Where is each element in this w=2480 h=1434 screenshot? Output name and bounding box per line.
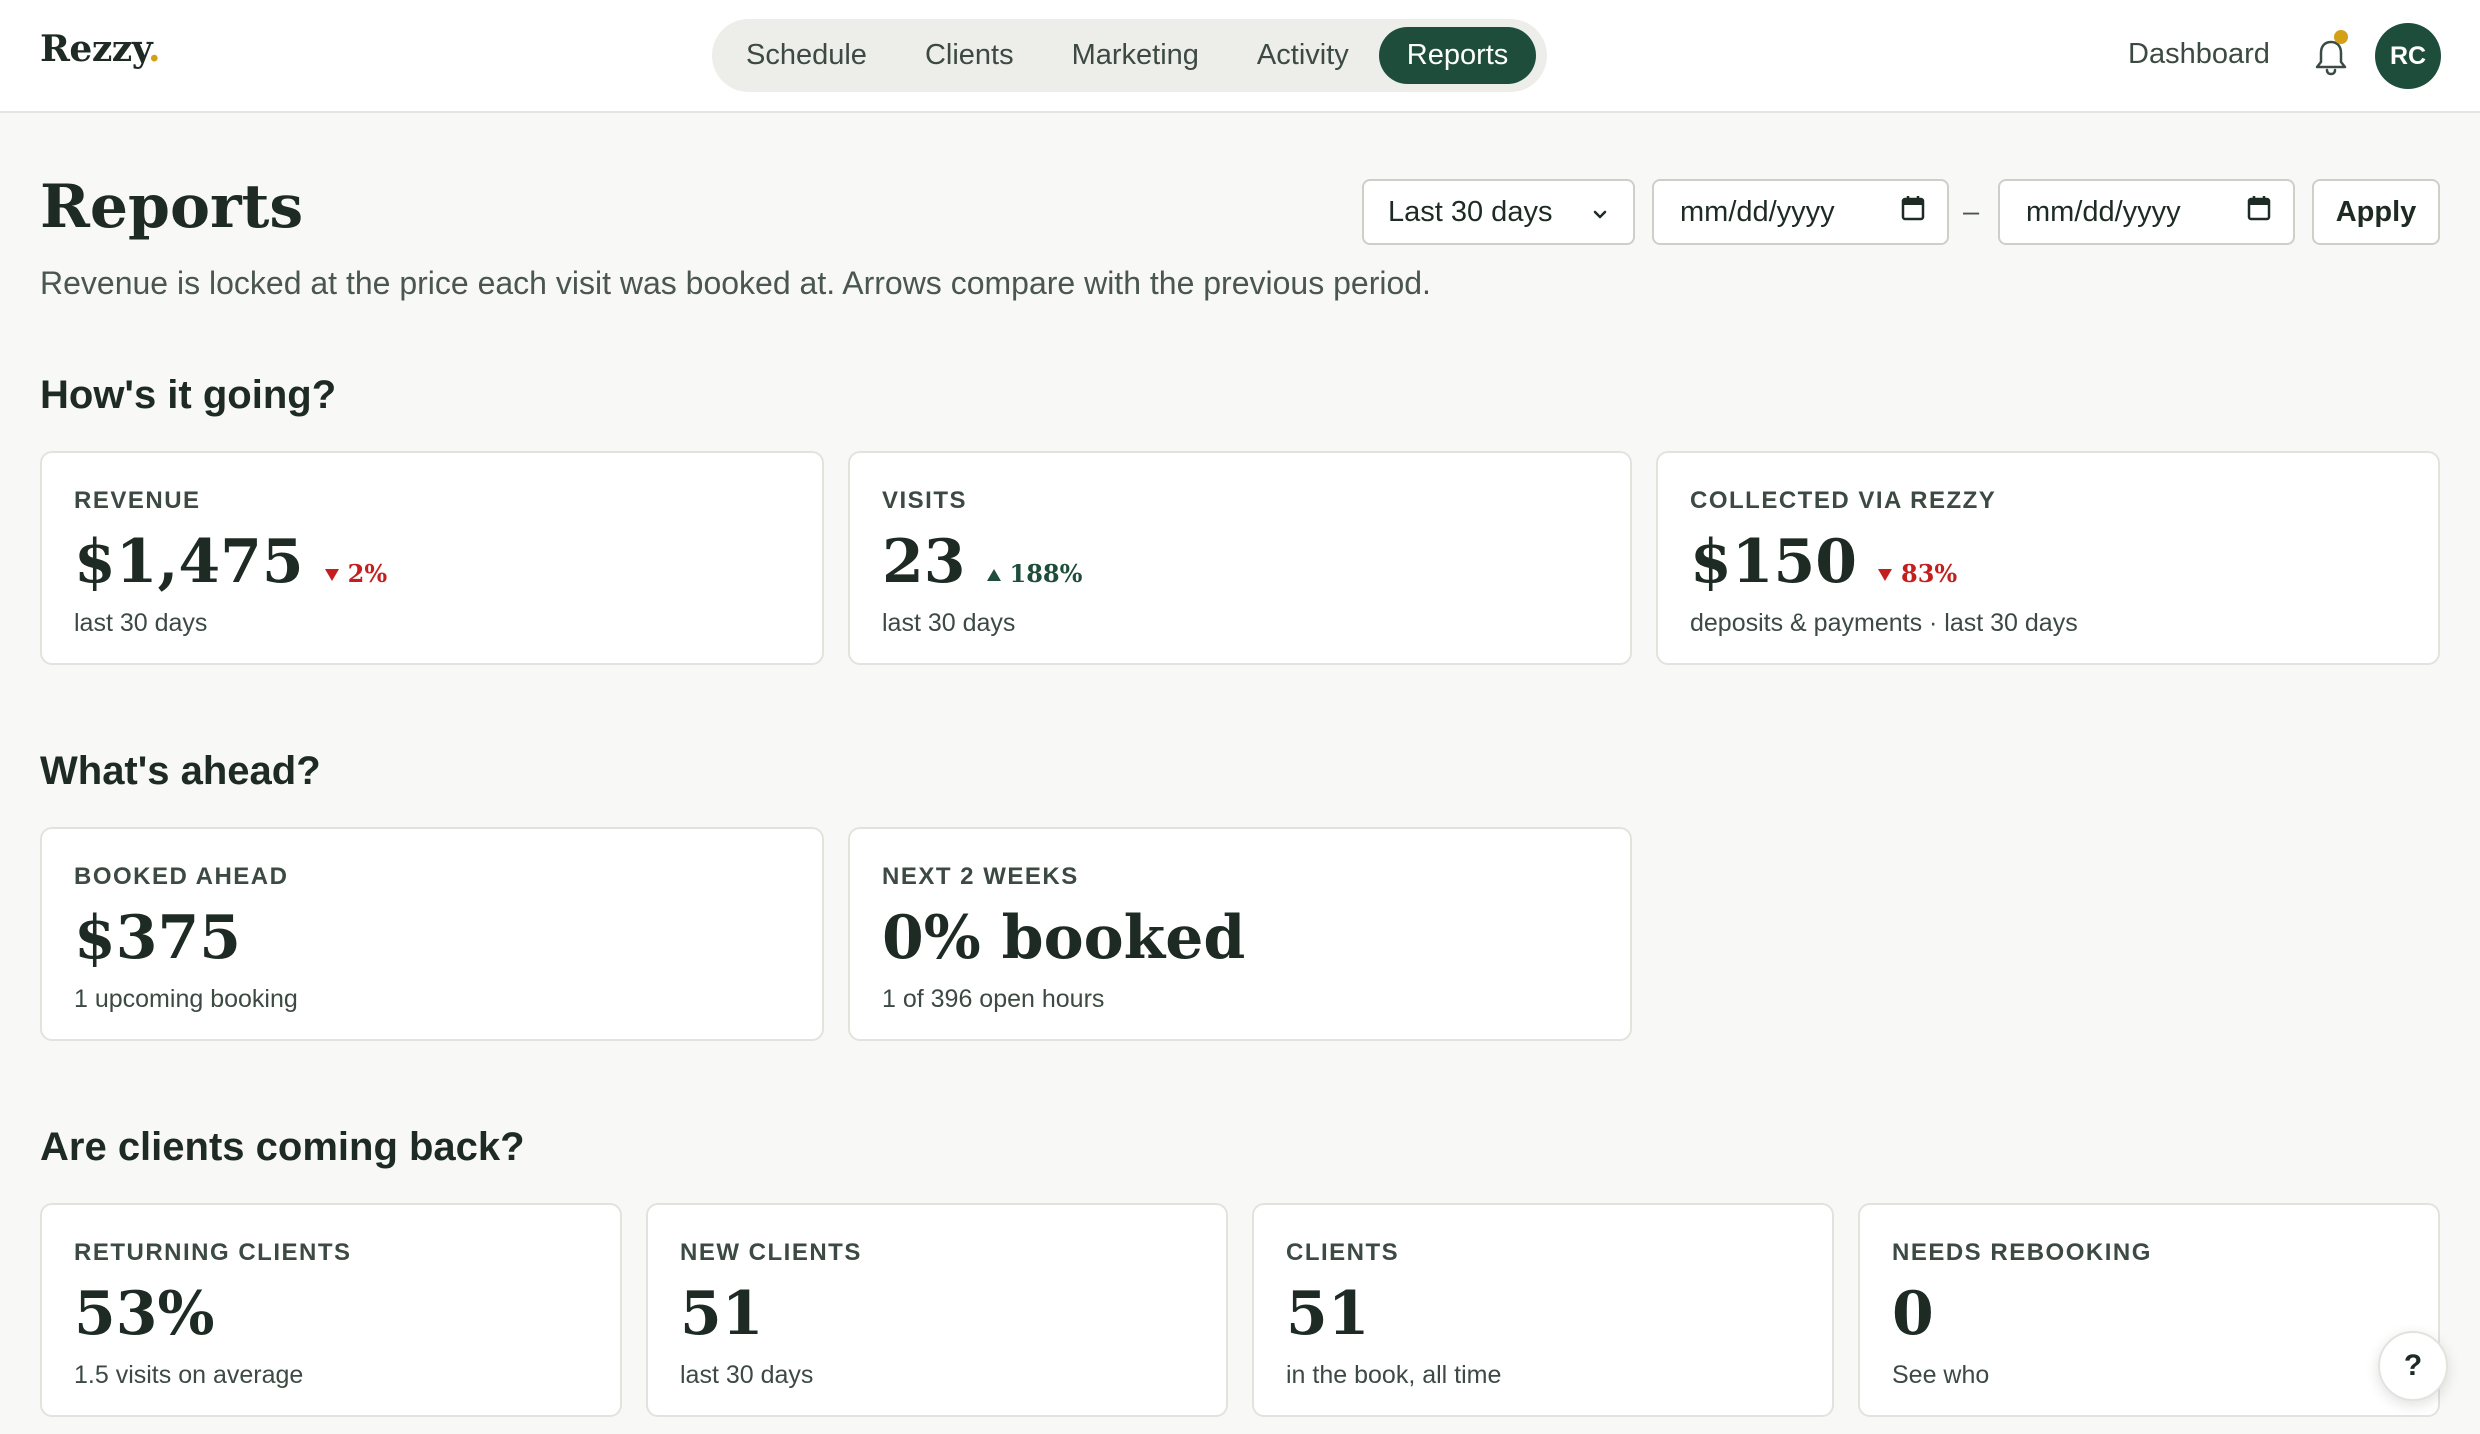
revenue-card[interactable]: REVENUE $1,475 2% last 30 days: [40, 451, 824, 665]
nav-clients[interactable]: Clients: [897, 27, 1042, 84]
returning-clients-card[interactable]: RETURNING CLIENTS 53% 1.5 visits on aver…: [40, 1203, 622, 1417]
booked-ahead-card[interactable]: BOOKED AHEAD $375 1 upcoming booking: [40, 827, 824, 1041]
needs-rebooking-card[interactable]: NEEDS REBOOKING 0 See who: [1858, 1203, 2440, 1417]
card-value: 53%: [74, 1279, 215, 1349]
avatar[interactable]: RC: [2375, 23, 2441, 89]
card-label: CLIENTS: [1286, 1239, 1400, 1266]
page-title: Reports: [40, 172, 304, 242]
collected-card[interactable]: COLLECTED VIA REZZY $150 83% deposits & …: [1656, 451, 2440, 665]
notification-dot: [2334, 30, 2348, 44]
range-select[interactable]: Last 30 days: [1362, 179, 1635, 245]
section-title-returning: Are clients coming back?: [40, 1125, 525, 1169]
delta-badge: 188%: [986, 559, 1083, 588]
start-date-input[interactable]: mm/dd/yyyy: [1652, 179, 1949, 245]
logo-dot: .: [148, 28, 161, 70]
section-title-ahead: What's ahead?: [40, 749, 321, 793]
card-value: $375: [74, 903, 241, 973]
end-date-input[interactable]: mm/dd/yyyy: [1998, 179, 2295, 245]
logo[interactable]: Rezzy.: [40, 28, 161, 70]
nav-activity[interactable]: Activity: [1229, 27, 1377, 84]
card-label: NEEDS REBOOKING: [1892, 1239, 2152, 1266]
card-label: NEW CLIENTS: [680, 1239, 862, 1266]
clients-card[interactable]: CLIENTS 51 in the book, all time: [1252, 1203, 1834, 1417]
see-who-link[interactable]: See who: [1892, 1361, 2406, 1390]
card-sub: last 30 days: [680, 1361, 814, 1389]
card-label: REVENUE: [74, 487, 201, 514]
card-sub: 1.5 visits on average: [74, 1361, 304, 1389]
card-label: RETURNING CLIENTS: [74, 1239, 352, 1266]
card-label: VISITS: [882, 487, 968, 514]
nav-schedule[interactable]: Schedule: [718, 27, 895, 84]
card-sub: 1 of 396 open hours: [882, 985, 1105, 1013]
delta-value: 188%: [1009, 559, 1083, 588]
delta-badge: 83%: [1877, 559, 1957, 588]
card-value: 23: [882, 527, 966, 597]
card-label: NEXT 2 WEEKS: [882, 863, 1079, 890]
card-label: BOOKED AHEAD: [74, 863, 289, 890]
end-date-placeholder: mm/dd/yyyy: [2026, 195, 2181, 228]
delta-value: 83%: [1901, 559, 1958, 588]
new-clients-card[interactable]: NEW CLIENTS 51 last 30 days: [646, 1203, 1228, 1417]
card-value: 51: [680, 1279, 764, 1349]
triangle-up-icon: [986, 559, 1002, 588]
date-separator: –: [1963, 196, 1980, 228]
visits-card[interactable]: VISITS 23 188% last 30 days: [848, 451, 1632, 665]
calendar-icon[interactable]: [2247, 195, 2271, 229]
help-button[interactable]: ?: [2378, 1331, 2448, 1401]
start-date-placeholder: mm/dd/yyyy: [1680, 195, 1835, 228]
triangle-down-icon: [1877, 559, 1893, 588]
dashboard-link[interactable]: Dashboard: [2128, 38, 2270, 71]
apply-button[interactable]: Apply: [2312, 179, 2440, 245]
page-subtitle: Revenue is locked at the price each visi…: [40, 265, 1431, 301]
card-value: 0% booked: [882, 903, 1246, 973]
card-value: 0: [1892, 1279, 1934, 1349]
card-value: 51: [1286, 1279, 1370, 1349]
nav-reports[interactable]: Reports: [1378, 27, 1537, 84]
card-sub: last 30 days: [74, 609, 208, 637]
range-select-value: Last 30 days: [1388, 195, 1553, 228]
main-nav: Schedule Clients Marketing Activity Repo…: [712, 19, 1547, 92]
delta-badge: 2%: [324, 559, 388, 588]
nav-marketing[interactable]: Marketing: [1044, 27, 1227, 84]
section-title-going: How's it going?: [40, 373, 337, 417]
card-sub: deposits & payments · last 30 days: [1690, 609, 2078, 637]
card-sub: in the book, all time: [1286, 1361, 1502, 1389]
delta-value: 2%: [347, 559, 388, 588]
calendar-icon[interactable]: [1901, 195, 1925, 229]
card-sub: last 30 days: [882, 609, 1016, 637]
next-two-weeks-card[interactable]: NEXT 2 WEEKS 0% booked 1 of 396 open hou…: [848, 827, 1632, 1041]
card-sub: 1 upcoming booking: [74, 985, 298, 1013]
card-value: $150: [1690, 527, 1857, 597]
card-value: $1,475: [74, 527, 304, 597]
chevron-down-icon: [1591, 196, 1609, 229]
top-bar: Rezzy. Schedule Clients Marketing Activi…: [0, 0, 2480, 113]
card-label: COLLECTED VIA REZZY: [1690, 487, 1997, 514]
triangle-down-icon: [324, 559, 340, 588]
logo-text: Rezzy: [40, 28, 149, 70]
